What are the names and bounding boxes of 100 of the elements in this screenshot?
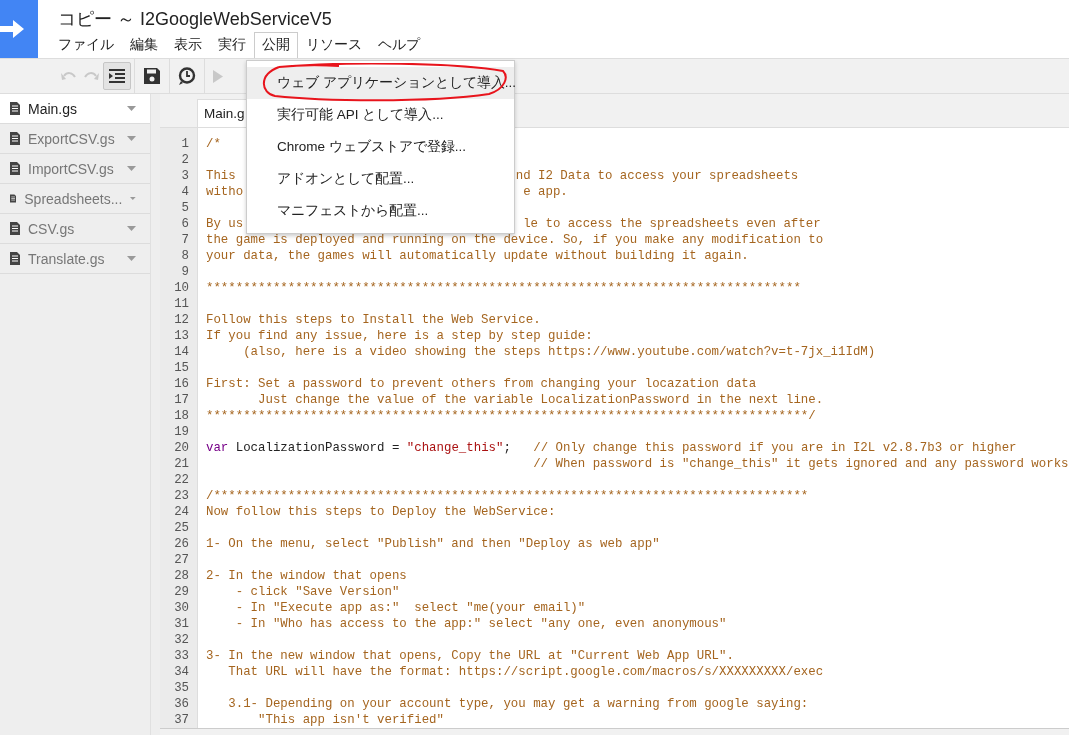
line-number: 15 (173, 360, 190, 376)
code-line: le to access the spreadsheets even after (523, 216, 821, 232)
line-number: 13 (173, 328, 190, 344)
line-number: 26 (173, 536, 190, 552)
line-number: 20 (173, 440, 190, 456)
clock-icon (178, 67, 196, 85)
caret-icon[interactable] (127, 136, 136, 141)
code-line: (also, here is a video showing the steps https://www.youtube.com/watch?v=t-7jx_i1IdM) (242, 344, 876, 360)
line-number: 3 (180, 168, 190, 184)
menu-item[interactable]: ファイル (50, 32, 122, 58)
document-icon (10, 222, 20, 235)
code-line: nd I2 Data to access your spreadsheets (515, 168, 799, 184)
line-number: 37 (173, 712, 190, 728)
line-number: 1 (180, 136, 190, 152)
line-number: 6 (180, 216, 190, 232)
code-line: First: Set a password to prevent others from changing your locazation data (206, 376, 757, 392)
code-line: That URL will have the format: https://script.google.com/macros/s/XXXXXXXXX/exec (227, 664, 824, 680)
line-number: 8 (180, 248, 190, 264)
line-number: 17 (173, 392, 190, 408)
code-line: /* (206, 136, 221, 152)
code-line: *********************************************************************************/ (206, 408, 816, 424)
document-icon (10, 192, 17, 205)
line-number: 5 (180, 200, 190, 216)
file-item[interactable]: ImportCSV.gs (0, 154, 150, 184)
code-line: This (206, 168, 236, 184)
code-line: // When password is "change_this" it gets ignored and any password works (532, 456, 1069, 472)
line-number: 34 (173, 664, 190, 680)
menu-option[interactable]: アドオンとして配置... (247, 163, 514, 195)
menu-option[interactable]: Chrome ウェブストアで登録... (247, 131, 514, 163)
document-icon (10, 102, 20, 115)
file-item[interactable]: Main.gs (0, 94, 150, 124)
code-line: your data, the games will automatically update without building it again. (206, 248, 749, 264)
line-number: 19 (173, 424, 190, 440)
code-line: - In "Who has access to the app:" select "any one, even anonymous" (234, 616, 727, 632)
code-line: 1- On the menu, select "Publish" and then "Deploy as web app" (206, 536, 660, 552)
line-number: 33 (173, 648, 190, 664)
menu-item[interactable]: 公開 (254, 32, 298, 58)
menu-item[interactable]: リソース (298, 32, 370, 58)
undo-icon (61, 71, 77, 81)
code-line: the game is deployed and running on the device. So, if you make any modification to (206, 232, 824, 248)
line-number: 22 (173, 472, 190, 488)
caret-icon[interactable] (127, 256, 136, 261)
document-title[interactable]: コピー ～ I2GoogleWebServiceV5 (58, 7, 428, 31)
code-line: If you find any issue, here is a step by step guide: (206, 328, 593, 344)
code-line: By us (206, 216, 244, 232)
line-number: 2 (180, 152, 190, 168)
code-line: Just change the value of the variable LocalizationPassword in the next line. (257, 392, 824, 408)
line-number: 18 (173, 408, 190, 424)
line-number: 32 (173, 632, 190, 648)
indent-icon (109, 69, 125, 83)
caret-icon[interactable] (130, 196, 136, 201)
menu-option[interactable]: マニフェストから配置... (247, 195, 514, 227)
code-line: /******************************************************************************** (206, 488, 809, 504)
line-number: 27 (173, 552, 190, 568)
line-number: 23 (173, 488, 190, 504)
file-item[interactable]: Translate.gs (0, 244, 150, 274)
document-icon (10, 162, 20, 175)
code-line: witho (206, 184, 244, 200)
code-line: e app. (523, 184, 568, 200)
code-line: Follow this steps to Install the Web Service. (206, 312, 541, 328)
line-number: 25 (173, 520, 190, 536)
line-number: 28 (173, 568, 190, 584)
line-number: 29 (173, 584, 190, 600)
line-number: 31 (173, 616, 190, 632)
code-line: "This app isn't verified" (257, 712, 444, 728)
line-number: 36 (173, 696, 190, 712)
file-item[interactable]: ExportCSV.gs (0, 124, 150, 154)
app-logo[interactable] (0, 0, 38, 58)
line-number: 24 (173, 504, 190, 520)
line-number: 35 (173, 680, 190, 696)
menu-item[interactable]: 表示 (166, 32, 210, 58)
line-number: 11 (173, 296, 190, 312)
redo-icon (83, 71, 99, 81)
code-line: ******************************************************************************** (206, 280, 801, 296)
line-number: 16 (173, 376, 190, 392)
line-number: 30 (173, 600, 190, 616)
menu-item[interactable]: 編集 (122, 32, 166, 58)
line-number: 10 (173, 280, 190, 296)
save-icon (144, 68, 160, 84)
code-line: Now follow this steps to Deploy the WebService: (206, 504, 556, 520)
play-icon (213, 69, 223, 83)
file-item[interactable]: CSV.gs (0, 214, 150, 244)
menu-item[interactable]: ヘルプ (370, 32, 428, 58)
code-line: 3- In the new window that opens, Copy the URL at "Current Web App URL". (206, 648, 734, 664)
code-line: 2- In the window that opens (206, 568, 407, 584)
line-number: 14 (173, 344, 190, 360)
document-icon (10, 252, 20, 265)
line-number: 9 (180, 264, 190, 280)
menu-item[interactable]: 実行 (210, 32, 254, 58)
code-line: - click "Save Version" (234, 584, 400, 600)
code-line: - In "Execute app as:" select "me(your email)" (234, 600, 586, 616)
line-number: 21 (173, 456, 190, 472)
arrow-icon (0, 19, 24, 39)
code-line: var LocalizationPassword = "change_this"; // Only change this password if you are in I2L v2.8.7b3 or higher (206, 440, 1017, 456)
line-number: 7 (180, 232, 190, 248)
caret-icon[interactable] (127, 226, 136, 231)
caret-icon[interactable] (127, 166, 136, 171)
indent-toggle[interactable] (103, 62, 131, 90)
code-line: 3.1- Depending on your account type, you may get a warning from google saying: (227, 696, 809, 712)
caret-icon[interactable] (127, 106, 136, 111)
